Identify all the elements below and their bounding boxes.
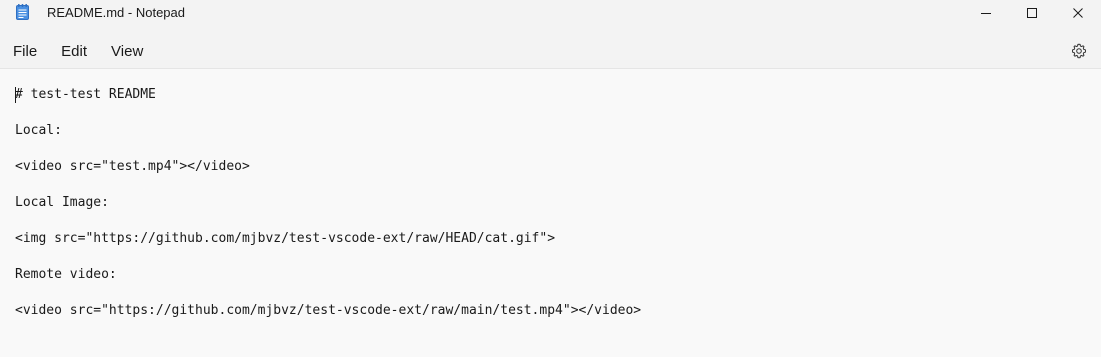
editor-line: <video src="https://github.com/mjbvz/tes… bbox=[15, 303, 642, 318]
minimize-button[interactable] bbox=[963, 0, 1009, 26]
menu-bar: File Edit View bbox=[0, 34, 1101, 68]
editor-line: Remote video: bbox=[15, 267, 117, 282]
editor-line: <img src="https://github.com/mjbvz/test-… bbox=[15, 231, 556, 246]
chrome-fill bbox=[0, 26, 1101, 34]
editor-line: Local: bbox=[15, 123, 62, 138]
text-editor[interactable]: # test-test README Local: <video src="te… bbox=[0, 69, 1101, 357]
editor-line: <video src="test.mp4"></video> bbox=[15, 159, 250, 174]
menu-view[interactable]: View bbox=[99, 37, 155, 66]
settings-button[interactable] bbox=[1069, 41, 1089, 61]
window-title: README.md - Notepad bbox=[47, 5, 185, 20]
window-controls bbox=[963, 0, 1101, 26]
title-bar[interactable]: README.md - Notepad bbox=[0, 0, 1101, 26]
maximize-button[interactable] bbox=[1009, 0, 1055, 26]
maximize-icon bbox=[1027, 8, 1037, 18]
editor-line: Local Image: bbox=[15, 195, 109, 210]
close-icon bbox=[1073, 8, 1083, 18]
close-button[interactable] bbox=[1055, 0, 1101, 26]
notepad-window: README.md - Notepad File Edit View # tes… bbox=[0, 0, 1101, 357]
minimize-icon bbox=[981, 13, 991, 14]
menu-edit[interactable]: Edit bbox=[49, 37, 99, 66]
editor-line: # test-test README bbox=[15, 87, 156, 102]
gear-icon bbox=[1072, 43, 1086, 59]
notepad-icon bbox=[16, 4, 29, 20]
menu-file[interactable]: File bbox=[1, 37, 49, 66]
